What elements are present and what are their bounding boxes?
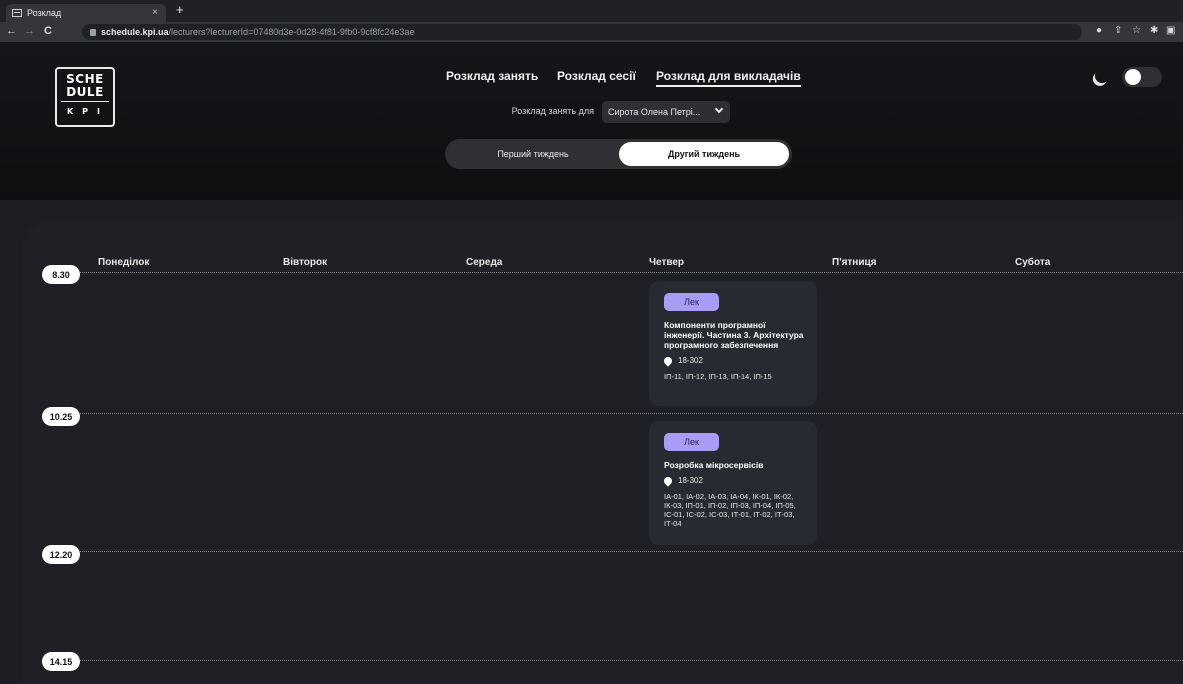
chevron-down-icon [714,104,724,114]
browser-tab-bar: Розклад × + [0,0,1183,22]
day-header: Четвер [649,257,685,268]
logo-line3: KPI [66,107,110,116]
time-divider [76,551,1183,552]
forward-icon[interactable]: → [24,25,35,37]
close-tab-icon[interactable]: × [152,7,158,18]
address-bar[interactable]: schedule.kpi.ua /lecturers?lecturerId=07… [82,24,1082,40]
nav-session-schedule[interactable]: Розклад сесії [557,69,636,83]
lesson-groups: ІП-11, ІП-12, ІП-13, ІП-14, ІП-15 [664,372,772,381]
day-header: П'ятниця [832,257,877,268]
logo[interactable]: SCHE DULE KPI [55,67,115,127]
new-tab-button[interactable]: + [176,2,184,17]
day-header: Середа [466,257,503,268]
lesson-type-badge: Лек [664,433,719,451]
calendar-icon [12,9,22,17]
day-header: Понеділок [98,257,150,268]
bookmark-star-icon[interactable]: ☆ [1132,25,1141,36]
reload-icon[interactable]: C [44,25,52,37]
location-pin-icon [662,354,674,367]
lesson-groups: ІА-01, ІА-02, ІА-03, ІА-04, ІК-01, ІК-02… [664,492,796,528]
time-divider [76,413,1183,414]
time-label: 10.25 [42,407,80,426]
theme-toggle[interactable] [1122,67,1162,87]
back-icon[interactable]: ← [6,25,17,37]
side-panel-icon[interactable]: ▣ [1166,25,1175,36]
time-divider [76,272,1183,273]
lesson-room-value: 18-302 [678,356,703,365]
share-icon[interactable]: ⇪ [1114,25,1122,36]
logo-divider [61,101,109,102]
site-header [0,42,1183,200]
lesson-room: 18-302 [662,474,817,487]
lesson-type-badge: Лек [664,293,719,311]
lesson-title: Розробка мікросервісів [664,460,764,470]
logo-line2: DULE [66,85,104,99]
nav-lessons-schedule[interactable]: Розклад занять [446,69,538,83]
lecturer-select-value: Сирота Олена Петрі... [608,107,701,117]
location-pin-icon [662,474,674,487]
schedule-board [22,222,1183,684]
url-host: schedule.kpi.ua [101,27,169,37]
day-header: Вівторок [283,257,328,268]
first-week-button[interactable]: Перший тиждень [448,142,618,166]
tab-title: Розклад [27,8,62,18]
lesson-card[interactable]: Лек Розробка мікросервісів 18-302 ІА-01,… [649,421,817,545]
lecturer-select[interactable]: Сирота Олена Петрі... [602,101,730,123]
url-path: /lecturers?lecturerId=07480d3e-0d28-4f81… [168,27,415,37]
browser-toolbar: ← → C schedule.kpi.ua /lecturers?lecture… [0,22,1183,42]
second-week-button[interactable]: Другий тиждень [619,142,789,166]
time-divider [76,660,1183,661]
google-icon[interactable]: ● [1096,25,1102,36]
time-label: 12.20 [42,545,80,564]
browser-tab[interactable]: Розклад × [6,4,166,22]
lesson-card[interactable]: Лек Компоненти програмної інженерії. Час… [649,281,817,406]
lesson-title: Компоненти програмної інженерії. Частина… [664,320,804,350]
nav-lecturers-schedule[interactable]: Розклад для викладачів [656,69,801,87]
lock-icon [90,28,96,36]
week-switcher: Перший тиждень Другий тиждень [445,139,792,169]
day-header: Субота [1015,257,1051,268]
extensions-icon[interactable]: ✱ [1150,25,1158,36]
lesson-room: 18-302 [662,354,817,367]
lesson-room-value: 18-302 [678,476,703,485]
time-label: 8.30 [42,265,80,284]
schedule-for-label: Розклад занять для [511,106,594,116]
time-label: 14.15 [42,652,80,671]
toggle-knob [1125,69,1141,85]
